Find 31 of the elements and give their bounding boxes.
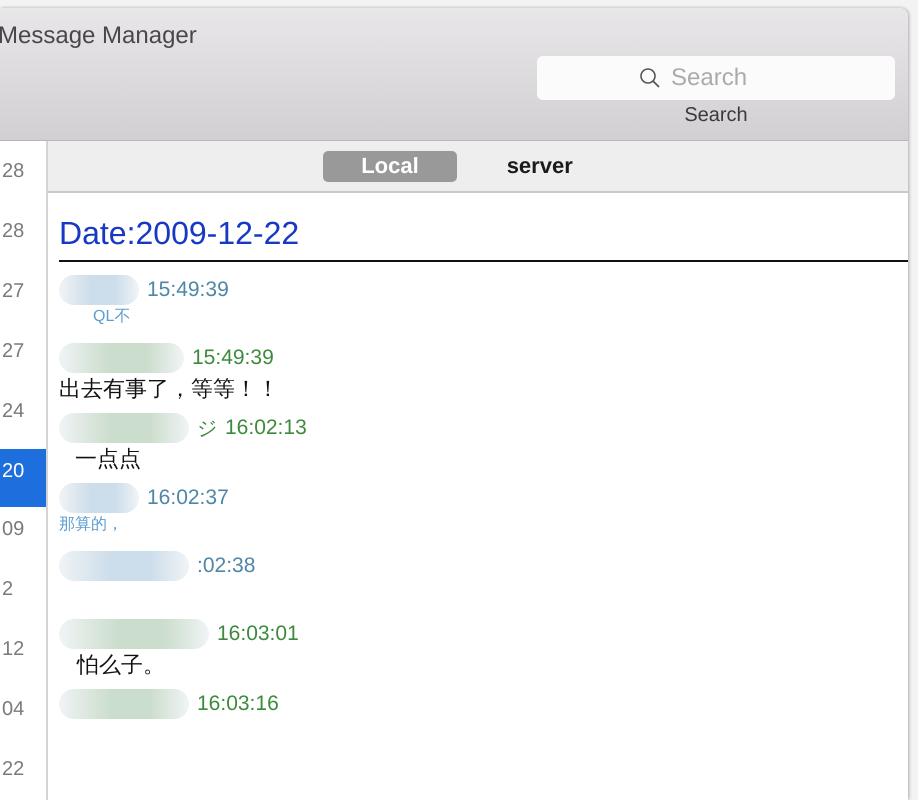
message-text: 出去有事了，等等！！ (59, 375, 280, 403)
sidebar-item[interactable]: 28 (0, 149, 46, 209)
message-time: 16:02:13 (225, 416, 307, 440)
search-field[interactable]: Search (537, 56, 895, 100)
message-time: 16:02:37 (147, 486, 229, 510)
tab[interactable]: server (506, 150, 573, 182)
message-time: 16:03:16 (197, 692, 279, 716)
sidebar-item[interactable]: 09 (0, 507, 46, 567)
date-heading: Date:2009-12-22 (59, 215, 908, 262)
sidebar-item[interactable]: 28 (0, 209, 46, 269)
message-text: 怕么子。 (77, 651, 166, 679)
search-label: Search (684, 104, 748, 127)
tab[interactable]: Local (323, 150, 457, 182)
message-text: 那算的， (59, 515, 124, 535)
message-time: 16:03:01 (217, 622, 299, 646)
sidebar-item[interactable]: 22 (0, 747, 46, 800)
sender-name: ジ (197, 416, 217, 442)
message-time: :02:38 (197, 554, 256, 578)
message-text: 一点点 (75, 445, 142, 473)
sidebar-item[interactable]: 2 (0, 567, 46, 627)
sidebar-item[interactable]: 20 (0, 449, 46, 507)
message-time: 15:49:39 (147, 278, 229, 302)
sidebar-item[interactable]: 27 (0, 269, 46, 329)
search-icon (639, 67, 661, 89)
sidebar-item[interactable]: 12 (0, 627, 46, 687)
message-text: QL不 (93, 307, 132, 327)
sidebar-item[interactable]: 04 (0, 687, 46, 747)
sidebar-item[interactable]: 24 (0, 389, 46, 449)
sidebar-item[interactable]: 27 (0, 329, 46, 389)
window-title: Message Manager (0, 22, 197, 50)
message-time: 15:49:39 (192, 346, 274, 370)
